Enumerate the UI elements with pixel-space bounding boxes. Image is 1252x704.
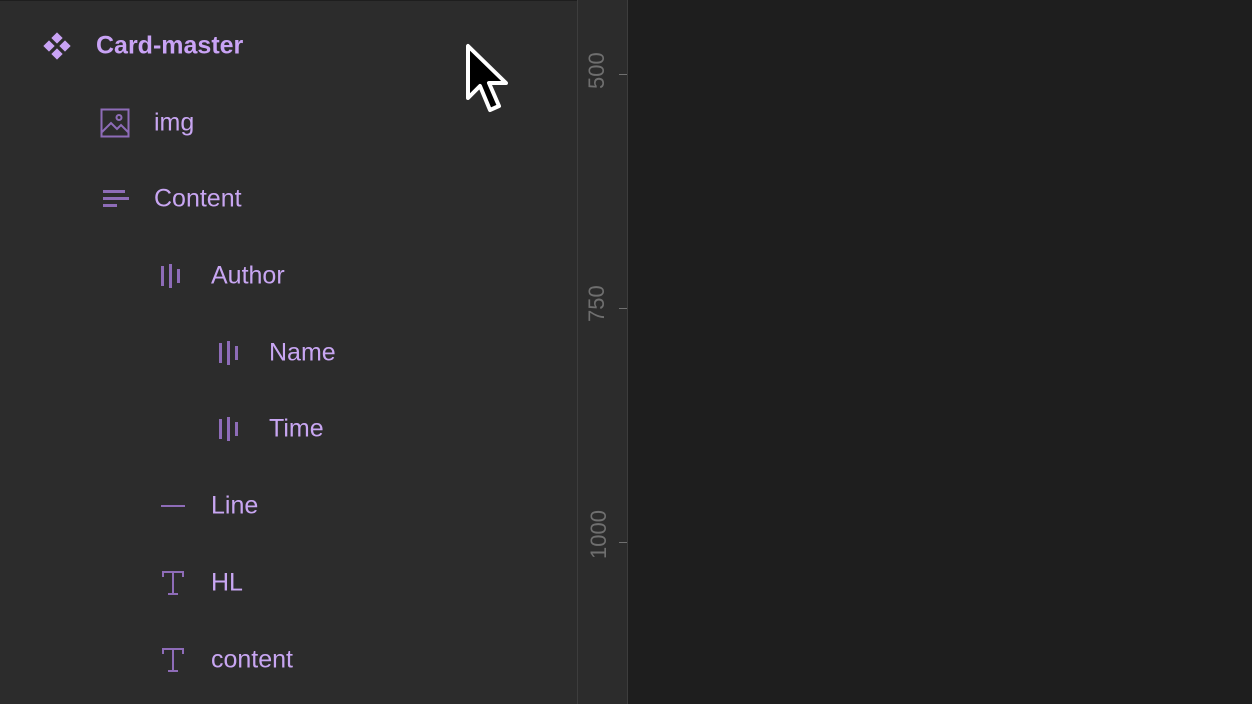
layer-row-hl[interactable]: HL — [0, 561, 577, 605]
mouse-cursor-icon — [466, 44, 508, 112]
auto-layout-vertical-icon — [100, 184, 130, 214]
layer-label: img — [154, 108, 195, 137]
layer-row-author[interactable]: Author — [0, 254, 577, 298]
layer-row-time[interactable]: Time — [0, 407, 577, 451]
ruler-mark: 1000 — [586, 510, 611, 559]
image-icon — [100, 108, 130, 138]
layer-row-content[interactable]: Content — [0, 177, 577, 221]
layer-label: Line — [211, 491, 259, 520]
layer-label: content — [211, 645, 294, 674]
ruler-mark: 750 — [584, 285, 609, 322]
layer-label: Author — [211, 261, 285, 290]
design-canvas[interactable] — [628, 0, 1252, 704]
ruler-mark: 500 — [584, 52, 609, 89]
layer-label: Time — [269, 414, 324, 443]
vertical-ruler: 500 750 1000 — [577, 0, 628, 704]
text-icon — [158, 568, 188, 598]
layer-label: Content — [154, 184, 242, 213]
auto-layout-horizontal-icon — [216, 414, 246, 444]
layer-label: Card-master — [96, 31, 244, 60]
line-icon — [158, 491, 188, 521]
layer-row-line[interactable]: Line — [0, 484, 577, 528]
ruler-tick — [619, 542, 627, 543]
layer-label: HL — [211, 568, 243, 597]
auto-layout-horizontal-icon — [216, 338, 246, 368]
ruler-tick — [619, 74, 627, 75]
layer-row-content-text[interactable]: content — [0, 638, 577, 682]
auto-layout-horizontal-icon — [158, 261, 188, 291]
ruler-tick — [619, 308, 627, 309]
component-icon — [42, 31, 72, 61]
layer-label: Name — [269, 338, 336, 367]
layer-row-name[interactable]: Name — [0, 331, 577, 375]
text-icon — [158, 645, 188, 675]
